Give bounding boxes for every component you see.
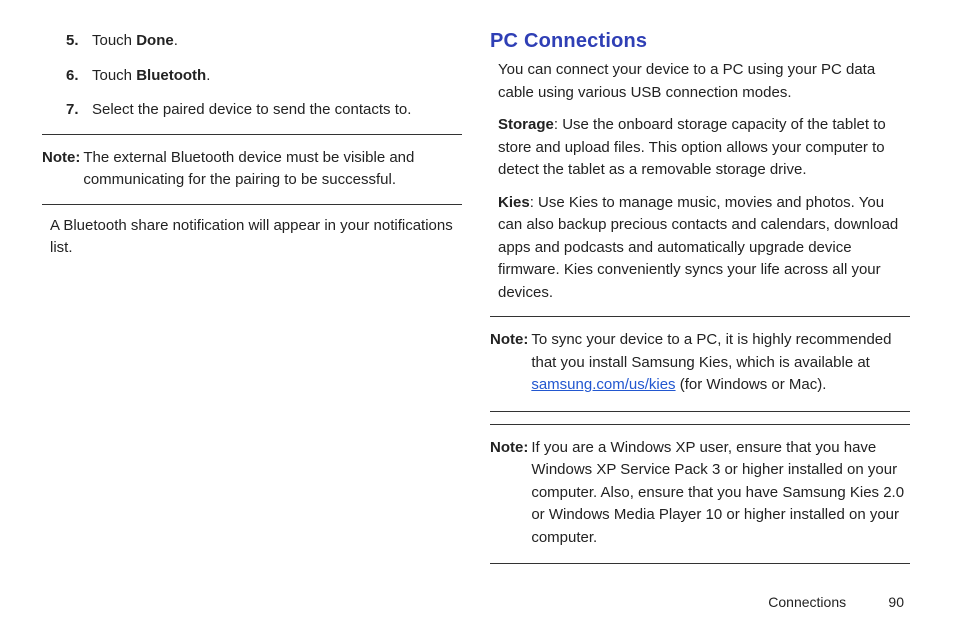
divider <box>490 424 910 425</box>
section-header-pc-connections: PC Connections <box>490 30 910 53</box>
step-7: 7. Select the paired device to send the … <box>66 99 462 122</box>
note-windows-xp: Note: If you are a Windows XP user, ensu… <box>490 435 910 552</box>
kies-para: Kies: Use Kies to manage music, movies a… <box>490 192 910 305</box>
steps-list: 5. Touch Done. 6. Touch Bluetooth. 7. Se… <box>42 30 462 122</box>
step-bold: Bluetooth <box>136 67 206 84</box>
note-bluetooth: Note: The external Bluetooth device must… <box>42 145 462 194</box>
storage-label: Storage <box>498 116 554 133</box>
step-5: 5. Touch Done. <box>66 30 462 53</box>
step-prefix: Touch <box>92 32 136 49</box>
note-body: To sync your device to a PC, it is highl… <box>531 329 910 397</box>
page-columns: 5. Touch Done. 6. Touch Bluetooth. 7. Se… <box>42 30 912 574</box>
step-prefix: Touch <box>92 67 136 84</box>
note-pre: To sync your device to a PC, it is highl… <box>531 331 891 371</box>
note-label: Note: <box>490 437 528 550</box>
step-text: Select the paired device to send the con… <box>92 99 462 122</box>
note-body: The external Bluetooth device must be vi… <box>83 147 462 192</box>
note-kies-sync: Note: To sync your device to a PC, it is… <box>490 327 910 399</box>
left-column: 5. Touch Done. 6. Touch Bluetooth. 7. Se… <box>42 30 462 574</box>
intro-para: You can connect your device to a PC usin… <box>490 59 910 104</box>
kies-body: : Use Kies to manage music, movies and p… <box>498 194 898 301</box>
storage-body: : Use the onboard storage capacity of th… <box>498 116 886 178</box>
step-6: 6. Touch Bluetooth. <box>66 65 462 88</box>
note-label: Note: <box>490 329 528 397</box>
step-bold: Done <box>136 32 174 49</box>
divider <box>490 316 910 317</box>
divider <box>42 204 462 205</box>
step-text: Touch Done. <box>92 30 462 53</box>
kies-link[interactable]: samsung.com/us/kies <box>531 376 675 393</box>
step-suffix: . <box>206 67 210 84</box>
divider <box>490 411 910 412</box>
step-number: 7. <box>66 99 92 122</box>
step-number: 5. <box>66 30 92 53</box>
step-text: Touch Bluetooth. <box>92 65 462 88</box>
note-label: Note: <box>42 147 80 192</box>
storage-para: Storage: Use the onboard storage capacit… <box>490 114 910 182</box>
footer-page-number: 90 <box>866 594 904 610</box>
footer-section: Connections <box>768 594 846 610</box>
step-number: 6. <box>66 65 92 88</box>
note-post: (for Windows or Mac). <box>676 376 827 393</box>
kies-label: Kies <box>498 194 530 211</box>
page-footer: Connections 90 <box>768 594 904 610</box>
bluetooth-share-para: A Bluetooth share notification will appe… <box>42 215 462 260</box>
note-body: If you are a Windows XP user, ensure tha… <box>531 437 910 550</box>
divider <box>490 563 910 564</box>
right-column: PC Connections You can connect your devi… <box>490 30 910 574</box>
divider <box>42 134 462 135</box>
step-suffix: . <box>174 32 178 49</box>
